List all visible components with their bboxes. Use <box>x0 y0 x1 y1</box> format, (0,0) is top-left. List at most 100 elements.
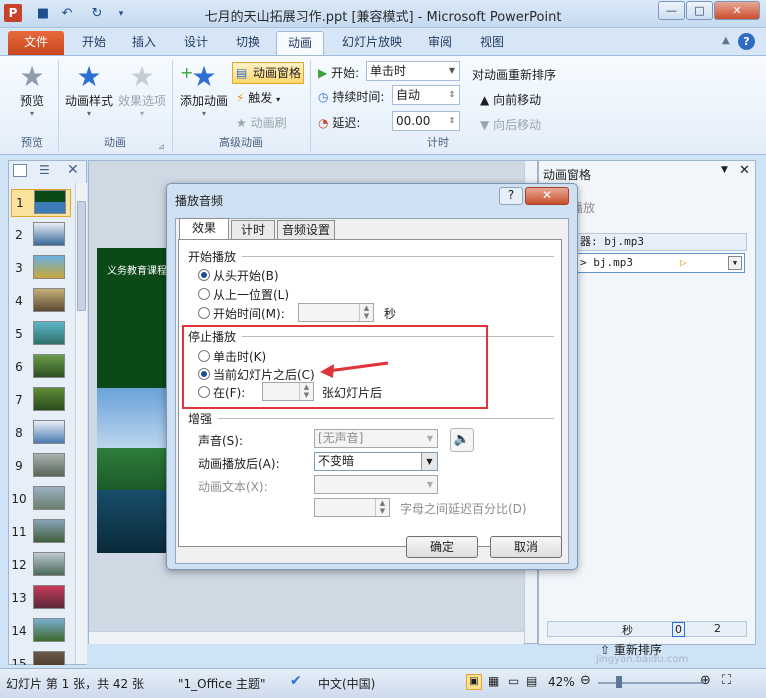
tab-design[interactable]: 设计 <box>174 31 218 55</box>
sound-select[interactable]: [无声音] ▼ <box>314 429 438 448</box>
speaker-icon[interactable]: 🔈 <box>450 428 474 452</box>
duration-input[interactable]: 自动 ⇕ <box>392 85 460 105</box>
letter-delay-input[interactable]: ▲ ▼ <box>314 498 390 517</box>
thumbnail-7[interactable]: 7 <box>11 387 71 415</box>
preview-button[interactable]: ★ 预览 ▾ <box>10 62 54 119</box>
thumbnail-3[interactable]: 3 <box>11 255 71 283</box>
close-button[interactable]: ✕ <box>714 1 760 20</box>
thumbnails-scrollbar[interactable] <box>75 183 87 664</box>
help-icon[interactable]: ? <box>738 33 755 50</box>
tab-insert[interactable]: 插入 <box>122 31 166 55</box>
slide-sorter-icon[interactable]: ▦ <box>488 674 499 688</box>
reading-view-icon[interactable]: ▭ <box>508 674 519 688</box>
close-pane-icon[interactable]: ✕ <box>67 162 79 178</box>
radio-from-last-position[interactable] <box>198 288 210 300</box>
ok-button[interactable]: 确定 <box>406 536 478 558</box>
tab-slideshow[interactable]: 幻灯片放映 <box>332 31 412 55</box>
thumbnail-6[interactable]: 6 <box>11 354 71 382</box>
animation-item-bjmp3[interactable]: > bj.mp3 ▷ ▼ <box>575 253 745 273</box>
slideshow-icon[interactable]: ▤ <box>526 674 537 688</box>
tab-timing[interactable]: 计时 <box>231 220 275 241</box>
item-dropdown-icon[interactable]: ▼ <box>728 256 742 270</box>
zoom-out-icon[interactable]: ⊖ <box>580 673 591 688</box>
normal-view-icon[interactable]: ▣ <box>466 674 482 690</box>
fit-to-window-icon[interactable]: ⛶ <box>722 673 731 688</box>
thumbnail-9[interactable]: 9 <box>11 453 71 481</box>
timeline-bar[interactable]: 秒 0 2 <box>547 621 747 637</box>
animation-pane-button[interactable]: ▤ 动画窗格 <box>232 62 304 84</box>
thumbnail-8[interactable]: 8 <box>11 420 71 448</box>
minimize-button[interactable]: — <box>658 1 685 20</box>
duration-label: ◷ 持续时间: <box>318 90 385 104</box>
group-advanced-label: 高级动画 <box>219 136 263 149</box>
tab-review[interactable]: 审阅 <box>418 31 462 55</box>
trigger-label: 触发 <box>248 91 273 105</box>
thumbnail-13[interactable]: 13 <box>11 585 71 613</box>
thumbnail-2[interactable]: 2 <box>11 222 71 250</box>
tab-transitions[interactable]: 切换 <box>226 31 270 55</box>
radio-from-start[interactable] <box>198 269 210 281</box>
zoom-slider-thumb[interactable] <box>616 676 622 688</box>
dialog-close-button[interactable]: ✕ <box>525 187 569 205</box>
thumbnail-10[interactable]: 10 <box>11 486 71 514</box>
start-combo[interactable]: 单击时 ▼ <box>366 61 460 81</box>
tab-effect[interactable]: 效果 <box>179 218 229 241</box>
thumbnail-5[interactable]: 5 <box>11 321 71 349</box>
tab-audio-settings[interactable]: 音频设置 <box>277 220 335 241</box>
slide-thumbnail-image <box>33 618 65 642</box>
animation-pane-title: 动画窗格 <box>543 168 592 182</box>
tab-animations[interactable]: 动画 <box>276 31 324 55</box>
slide-thumbnail-image <box>33 453 65 477</box>
animation-styles-button[interactable]: ★ 动画样式 ▾ <box>62 62 116 119</box>
spellcheck-icon[interactable]: ✔ <box>290 673 302 689</box>
current-slide[interactable]: 义务教育课程 <box>97 248 173 553</box>
tab-home[interactable]: 开始 <box>72 31 116 55</box>
cancel-button[interactable]: 取消 <box>490 536 562 558</box>
title-bar: P ■ ↶ ↻ ▾ 七月的天山拓展习作.ppt [兼容模式] - Microso… <box>0 0 766 28</box>
ribbon: ★ 预览 ▾ 预览 ★ 动画样式 ▾ ★ 效果选项 ▾ 动画 ⊿ ★ + 添加动画… <box>0 55 766 155</box>
dialog-help-button[interactable]: ? <box>499 187 523 205</box>
zoom-level[interactable]: 42% <box>548 675 575 689</box>
move-earlier-button[interactable]: ▲ 向前移动 <box>480 91 541 108</box>
outline-tab-icon[interactable]: ☰ <box>39 163 50 177</box>
dialog-title: 播放音频 <box>175 194 224 208</box>
zoom-in-icon[interactable]: ⊕ <box>700 673 711 688</box>
effect-options-button[interactable]: ★ 效果选项 ▾ <box>116 62 168 119</box>
animate-text-select[interactable]: ▼ <box>314 475 438 494</box>
thumbnail-15[interactable]: 15 <box>11 651 71 665</box>
pane-close-icon[interactable]: ✕ <box>739 163 750 178</box>
start-time-label: 开始时间(M): <box>213 307 285 321</box>
after-animation-select[interactable]: 不变暗 ▼ <box>314 452 438 471</box>
thumbnail-11[interactable]: 11 <box>11 519 71 547</box>
maximize-button[interactable]: □ <box>686 1 713 20</box>
theme-status[interactable]: "1_Office 主题" <box>178 675 266 692</box>
animation-painter-label: 动画刷 <box>250 116 287 130</box>
thumbnail-1[interactable]: 1 <box>11 189 71 217</box>
delay-input[interactable]: 00.00 ⇕ <box>392 111 460 131</box>
dialog-launcher-icon[interactable]: ⊿ <box>158 142 165 151</box>
language-status[interactable]: 中文(中国) <box>318 675 375 692</box>
collapse-ribbon-icon[interactable]: ▲ <box>722 35 730 46</box>
animation-painter-button[interactable]: ★ 动画刷 <box>236 114 287 131</box>
tab-file[interactable]: 文件 <box>8 31 64 55</box>
start-time-input[interactable]: ▲ ▼ <box>298 303 374 322</box>
scroll-thumb[interactable] <box>77 201 86 311</box>
animation-styles-label: 动画样式 <box>64 94 113 108</box>
tab-view[interactable]: 视图 <box>470 31 514 55</box>
move-later-button[interactable]: ▼ 向后移动 <box>480 116 541 133</box>
add-animation-label: 添加动画 <box>179 94 228 108</box>
slide-thumbnail-image <box>33 288 65 312</box>
radio-start-time[interactable] <box>198 307 210 319</box>
thumbnail-12[interactable]: 12 <box>11 552 71 580</box>
spinner-icon: ⇕ <box>448 90 456 99</box>
pane-menu-icon[interactable]: ▼ <box>721 165 728 175</box>
group-separator <box>310 60 311 152</box>
zoom-slider[interactable] <box>598 682 702 684</box>
thumbnail-14[interactable]: 14 <box>11 618 71 646</box>
add-animation-button[interactable]: ★ + 添加动画 ▾ <box>176 62 232 119</box>
trigger-button[interactable]: ⚡ 触发 ▾ <box>236 89 280 106</box>
canvas-hscrollbar[interactable] <box>89 631 524 644</box>
thumbnail-4[interactable]: 4 <box>11 288 71 316</box>
slides-tab-icon[interactable] <box>13 164 27 177</box>
clock-icon: ◷ <box>318 90 329 104</box>
